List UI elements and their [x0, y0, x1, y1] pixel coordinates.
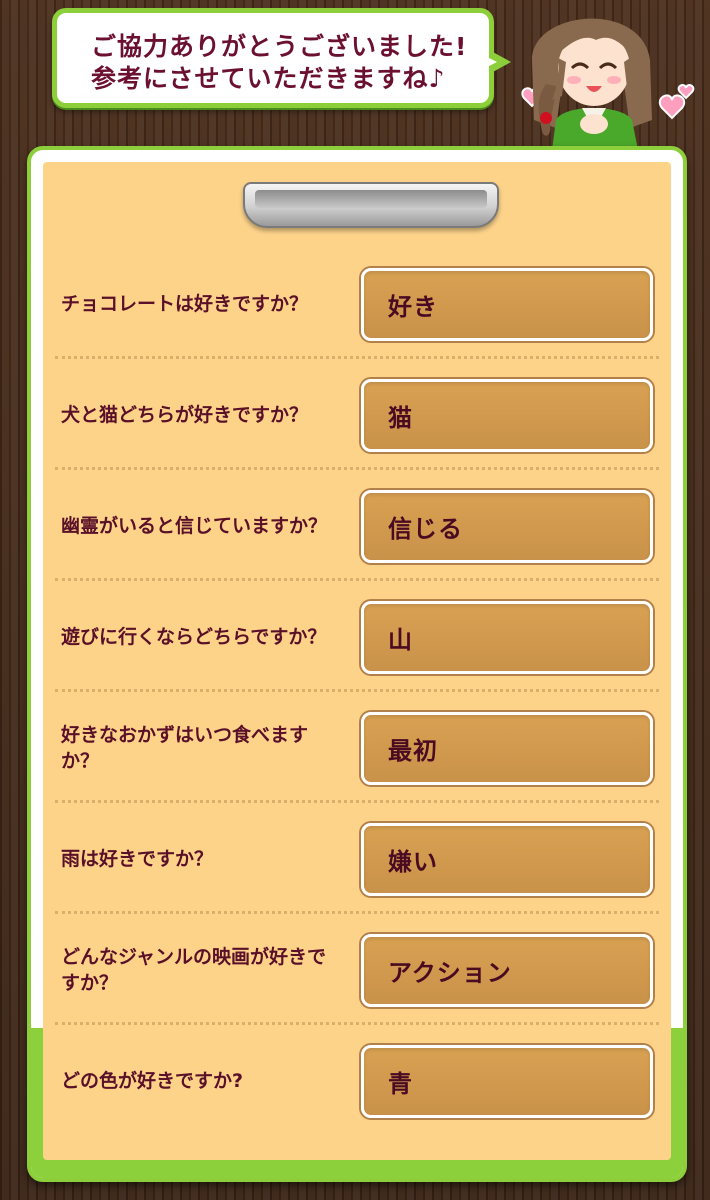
- survey-row: 幽霊がいると信じていますか？ 信じる: [43, 470, 671, 581]
- survey-row: 好きなおかずはいつ食べますか？ 最初: [43, 692, 671, 803]
- survey-question: 遊びに行くならどちらですか？: [61, 625, 327, 648]
- survey-answer-button[interactable]: 猫: [361, 379, 653, 452]
- girl-character-icon: [521, 18, 695, 150]
- survey-question: 幽霊がいると信じていますか？: [61, 514, 328, 537]
- survey-answer-button[interactable]: アクション: [361, 934, 653, 1007]
- survey-answer-button[interactable]: 嫌い: [361, 823, 653, 896]
- bubble-line-2: 参考にさせていただきますね♪: [91, 64, 446, 93]
- speech-bubble: ご協力ありがとうございました! 参考にさせていただきますね♪: [52, 8, 511, 108]
- survey-question: どんなジャンルの映画が好きですか？: [61, 945, 327, 994]
- survey-answer-button[interactable]: 最初: [361, 712, 653, 785]
- character-portrait: [512, 0, 710, 150]
- clipboard-clip-icon: [243, 182, 499, 228]
- survey-answer-button[interactable]: 山: [361, 601, 653, 674]
- survey-question: 犬と猫どちらが好きですか？: [61, 403, 309, 426]
- survey-question: 好きなおかずはいつ食べますか？: [61, 723, 309, 772]
- survey-question: どの色が好きですか?: [61, 1069, 244, 1092]
- survey-row: チョコレートは好きですか？ 好き: [43, 248, 671, 359]
- bubble-line-1: ご協力ありがとうございました!: [91, 32, 468, 61]
- survey-row: どの色が好きですか? 青: [43, 1025, 671, 1136]
- survey-answer-button[interactable]: 信じる: [361, 490, 653, 563]
- survey-question: チョコレートは好きですか？: [61, 292, 309, 315]
- survey-row: 遊びに行くならどちらですか？ 山: [43, 581, 671, 692]
- survey-answer-button[interactable]: 青: [361, 1045, 653, 1118]
- bubble-tail: [485, 51, 511, 73]
- survey-question: 雨は好きですか？: [61, 847, 214, 870]
- survey-row: 犬と猫どちらが好きですか？ 猫: [43, 359, 671, 470]
- heart-icon: [658, 94, 686, 120]
- survey-answer-button[interactable]: 好き: [361, 268, 653, 341]
- survey-paper: チョコレートは好きですか？ 好き 犬と猫どちらが好きですか？ 猫 幽霊がいると信…: [43, 162, 671, 1160]
- survey-row: 雨は好きですか？ 嫌い: [43, 803, 671, 914]
- clipboard-panel: チョコレートは好きですか？ 好き 犬と猫どちらが好きですか？ 猫 幽霊がいると信…: [27, 146, 687, 1182]
- survey-row: どんなジャンルの映画が好きですか？ アクション: [43, 914, 671, 1025]
